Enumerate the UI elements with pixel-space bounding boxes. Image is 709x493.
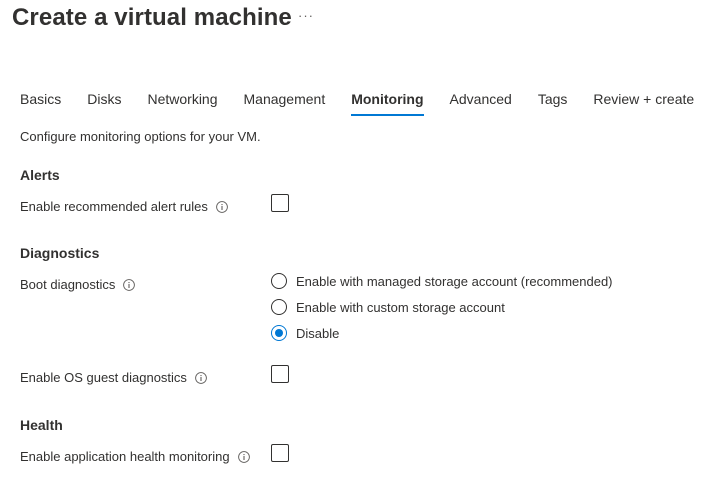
tab-basics[interactable]: Basics [20,90,61,118]
os-guest-diagnostics-field: Enable OS guest diagnostics [20,370,207,385]
alert-rules-label: Enable recommended alert rules [20,199,208,214]
tab-review-create[interactable]: Review + create [593,90,694,118]
boot-option-disable[interactable]: Disable [271,325,339,341]
tab-bar: Basics Disks Networking Management Monit… [20,90,709,118]
info-icon[interactable] [237,450,250,463]
alert-rules-checkbox[interactable] [271,194,289,212]
alert-rules-field: Enable recommended alert rules [20,199,228,214]
radio-label: Enable with managed storage account (rec… [296,273,613,289]
app-health-field: Enable application health monitoring [20,449,250,464]
page-description: Configure monitoring options for your VM… [20,129,261,144]
tab-advanced[interactable]: Advanced [450,90,512,118]
os-guest-diagnostics-label: Enable OS guest diagnostics [20,370,187,385]
more-icon[interactable]: ··· [298,8,314,23]
monitoring-page: Create a virtual machine ··· Basics Disk… [0,0,709,493]
boot-option-managed[interactable]: Enable with managed storage account (rec… [271,273,613,289]
diagnostics-section-title: Diagnostics [20,245,100,261]
radio-button-selected[interactable] [271,325,287,341]
os-guest-diagnostics-checkbox[interactable] [271,365,289,383]
boot-option-custom[interactable]: Enable with custom storage account [271,299,505,315]
radio-label: Disable [296,325,340,341]
page-title: Create a virtual machine [12,4,292,31]
boot-diagnostics-field: Boot diagnostics [20,277,136,292]
info-icon[interactable] [195,371,207,384]
tab-disks[interactable]: Disks [87,90,121,118]
app-health-label: Enable application health monitoring [20,449,230,464]
tab-tags[interactable]: Tags [538,90,568,118]
info-icon[interactable] [123,278,136,291]
alerts-section-title: Alerts [20,167,60,183]
tab-networking[interactable]: Networking [147,90,217,118]
tab-monitoring[interactable]: Monitoring [351,90,424,118]
tab-management[interactable]: Management [244,90,326,118]
radio-button[interactable] [271,299,287,315]
app-health-checkbox[interactable] [271,444,289,462]
radio-button[interactable] [271,273,287,289]
health-section-title: Health [20,417,63,433]
boot-diagnostics-label: Boot diagnostics [20,277,116,292]
info-icon[interactable] [216,200,228,213]
radio-label: Enable with custom storage account [296,299,505,315]
